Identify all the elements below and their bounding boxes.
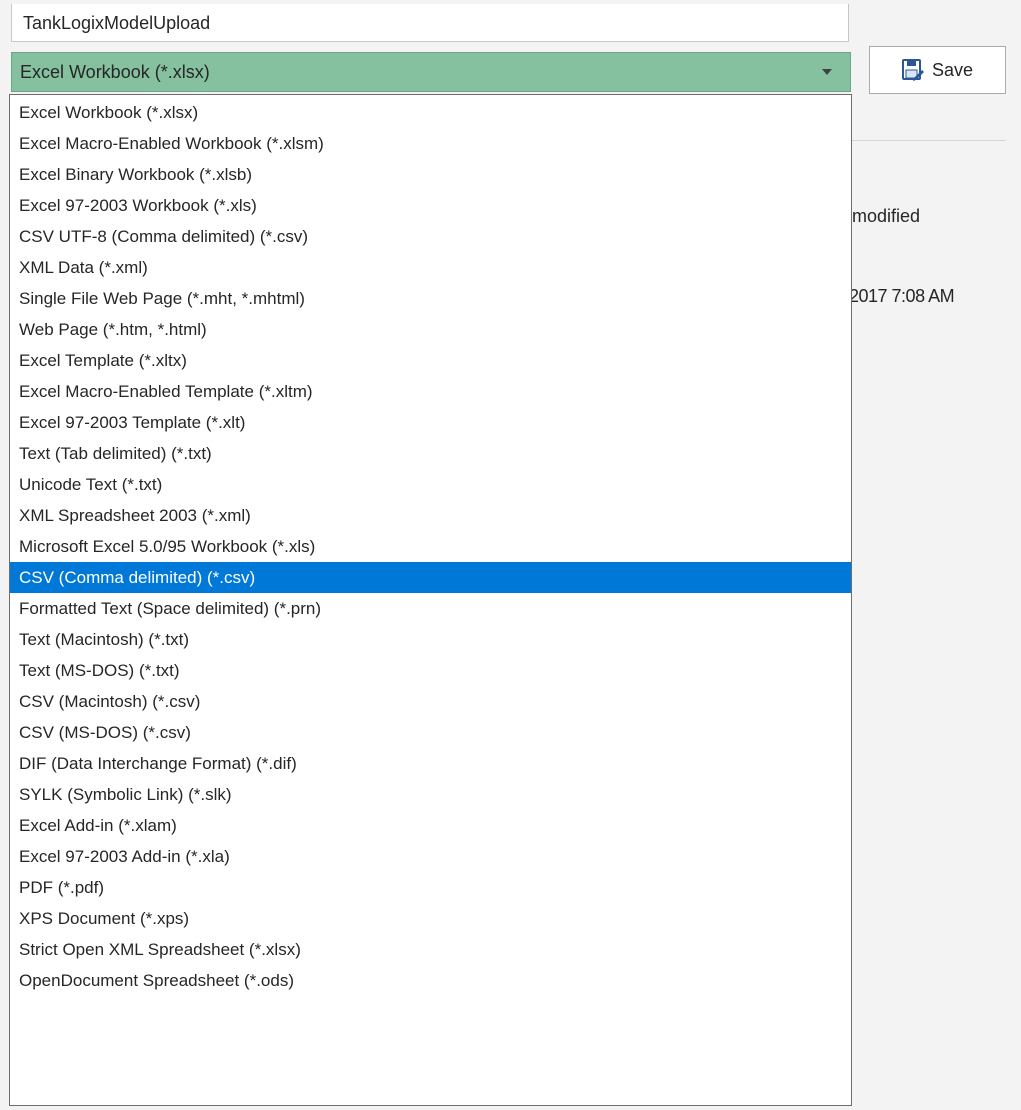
dropdown-option[interactable]: XML Spreadsheet 2003 (*.xml) — [10, 500, 851, 531]
save-button[interactable]: Save — [869, 46, 1006, 94]
filename-input[interactable] — [11, 4, 849, 42]
dropdown-option[interactable]: Excel 97-2003 Workbook (*.xls) — [10, 190, 851, 221]
dropdown-option[interactable]: Web Page (*.htm, *.html) — [10, 314, 851, 345]
dropdown-option[interactable]: Excel Binary Workbook (*.xlsb) — [10, 159, 851, 190]
save-button-label: Save — [931, 59, 974, 80]
dropdown-option[interactable]: Microsoft Excel 5.0/95 Workbook (*.xls) — [10, 531, 851, 562]
dropdown-option[interactable]: Excel Macro-Enabled Workbook (*.xlsm) — [10, 128, 851, 159]
file-type-select[interactable]: Excel Workbook (*.xlsx) — [11, 52, 851, 92]
dropdown-option[interactable]: Text (MS-DOS) (*.txt) — [10, 655, 851, 686]
dropdown-option[interactable]: Excel Add-in (*.xlam) — [10, 810, 851, 841]
file-type-dropdown-list[interactable]: Excel Workbook (*.xlsx) Excel Macro-Enabl… — [9, 94, 852, 1106]
dropdown-option[interactable]: Text (Tab delimited) (*.txt) — [10, 438, 851, 469]
file-modified-date: 2017 7:08 AM — [849, 286, 955, 306]
save-as-icon — [901, 59, 924, 81]
dropdown-option[interactable]: Excel Macro-Enabled Template (*.xltm) — [10, 376, 851, 407]
section-divider — [851, 140, 1006, 141]
dropdown-option[interactable]: XML Data (*.xml) — [10, 252, 851, 283]
dropdown-option[interactable]: CSV (MS-DOS) (*.csv) — [10, 717, 851, 748]
dropdown-option[interactable]: SYLK (Symbolic Link) (*.slk) — [10, 779, 851, 810]
dropdown-option[interactable]: Excel 97-2003 Add-in (*.xla) — [10, 841, 851, 872]
dropdown-option[interactable]: XPS Document (*.xps) — [10, 903, 851, 934]
chevron-down-icon[interactable] — [822, 69, 832, 75]
file-type-selected-value: Excel Workbook (*.xlsx) — [20, 62, 210, 82]
column-header-modified[interactable]: modified — [852, 206, 920, 227]
dropdown-option[interactable]: CSV (Comma delimited) (*.csv) — [10, 562, 851, 593]
dropdown-option[interactable]: CSV UTF-8 (Comma delimited) (*.csv) — [10, 221, 851, 252]
dropdown-option[interactable]: Unicode Text (*.txt) — [10, 469, 851, 500]
dropdown-option[interactable]: Single File Web Page (*.mht, *.mhtml) — [10, 283, 851, 314]
dropdown-option[interactable]: PDF (*.pdf) — [10, 872, 851, 903]
dropdown-option[interactable]: OpenDocument Spreadsheet (*.ods) — [10, 965, 851, 996]
dropdown-option[interactable]: Formatted Text (Space delimited) (*.prn) — [10, 593, 851, 624]
dropdown-option[interactable]: Excel Template (*.xltx) — [10, 345, 851, 376]
dropdown-option[interactable]: DIF (Data Interchange Format) (*.dif) — [10, 748, 851, 779]
dropdown-option[interactable]: Excel Workbook (*.xlsx) — [10, 97, 851, 128]
dropdown-option[interactable]: Text (Macintosh) (*.txt) — [10, 624, 851, 655]
dropdown-option[interactable]: Excel 97-2003 Template (*.xlt) — [10, 407, 851, 438]
dropdown-option[interactable]: CSV (Macintosh) (*.csv) — [10, 686, 851, 717]
dropdown-option[interactable]: Strict Open XML Spreadsheet (*.xlsx) — [10, 934, 851, 965]
